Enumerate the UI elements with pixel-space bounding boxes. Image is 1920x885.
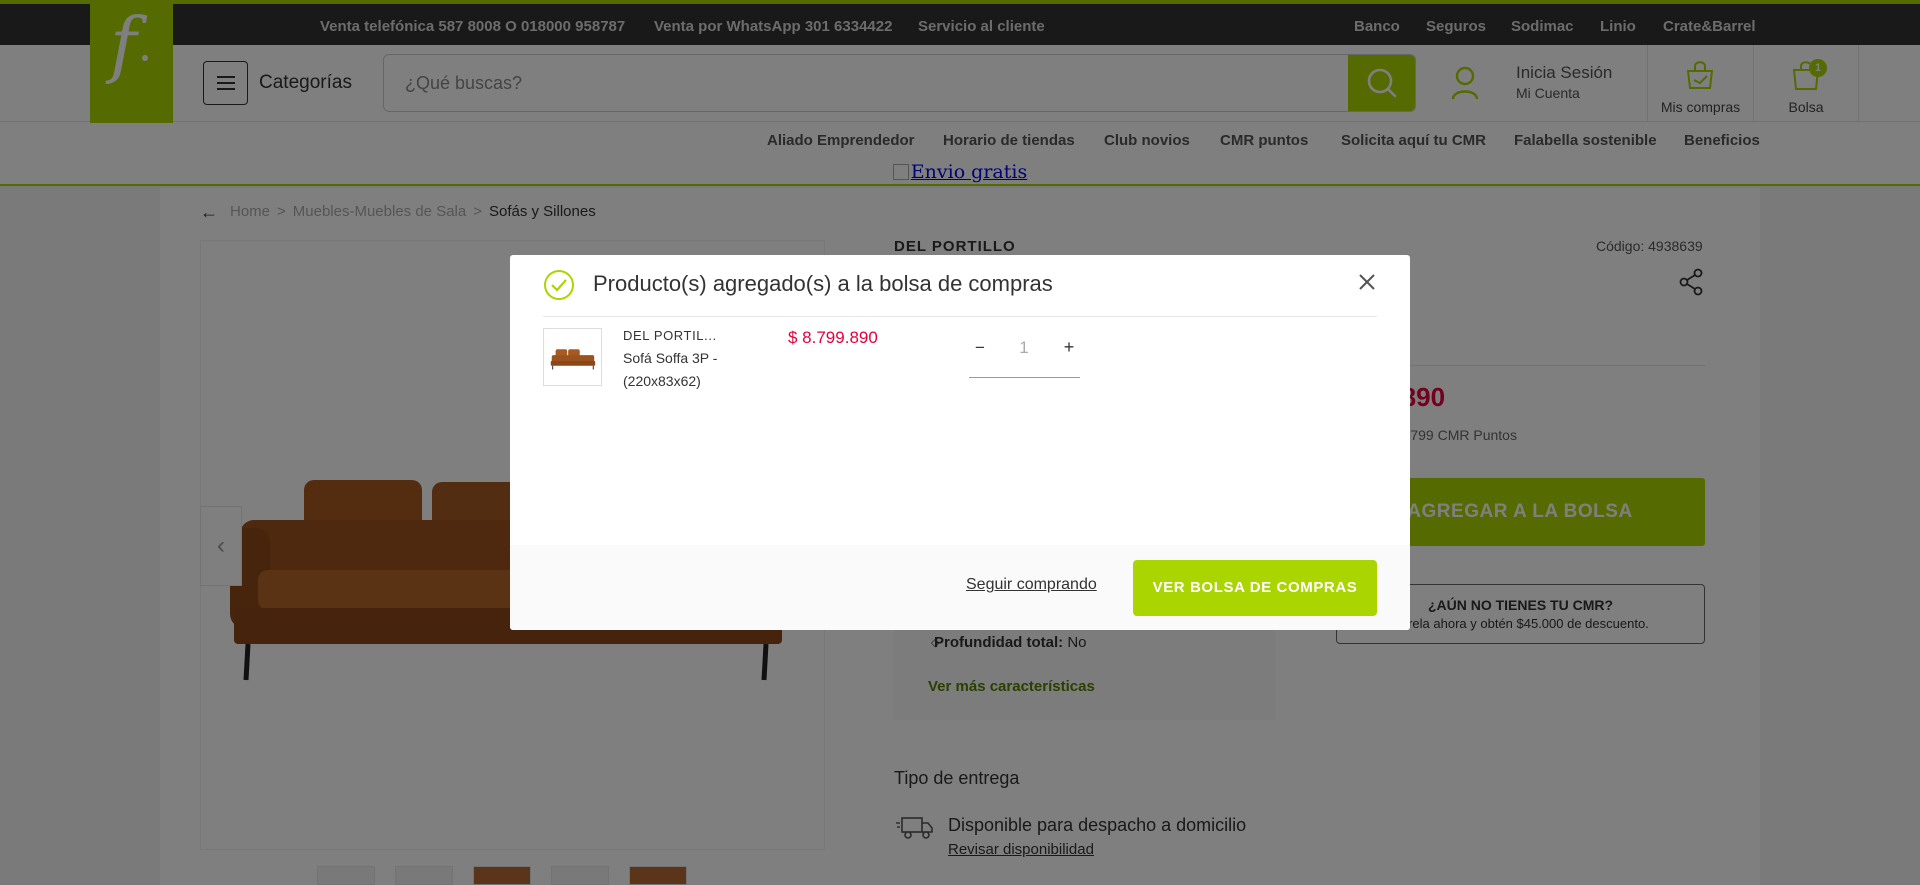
quantity-value[interactable]: 1 (1009, 338, 1039, 358)
check-circle-icon (544, 270, 574, 300)
cart-item-thumbnail[interactable] (543, 328, 602, 386)
cart-item-price: $ 8.799.890 (788, 328, 878, 347)
increase-quantity-button[interactable]: + (1058, 337, 1080, 358)
close-icon[interactable] (1358, 273, 1376, 291)
modal-divider (543, 316, 1377, 317)
modal-title: Producto(s) agregado(s) a la bolsa de co… (593, 271, 1053, 296)
decrease-quantity-button[interactable]: − (969, 338, 991, 358)
continue-shopping-link[interactable]: Seguir comprando (966, 576, 1097, 594)
added-to-bag-modal: Producto(s) agregado(s) a la bolsa de co… (510, 255, 1410, 630)
modal-footer: Seguir comprando VER BOLSA DE COMPRAS (510, 545, 1410, 630)
quantity-stepper: − 1 + (969, 337, 1080, 378)
view-bag-button[interactable]: VER BOLSA DE COMPRAS (1133, 560, 1377, 616)
cart-item-name[interactable]: Sofá Soffa 3P - (220x83x62) (623, 347, 743, 393)
cart-item-brand: DEL PORTIL... (623, 328, 717, 343)
